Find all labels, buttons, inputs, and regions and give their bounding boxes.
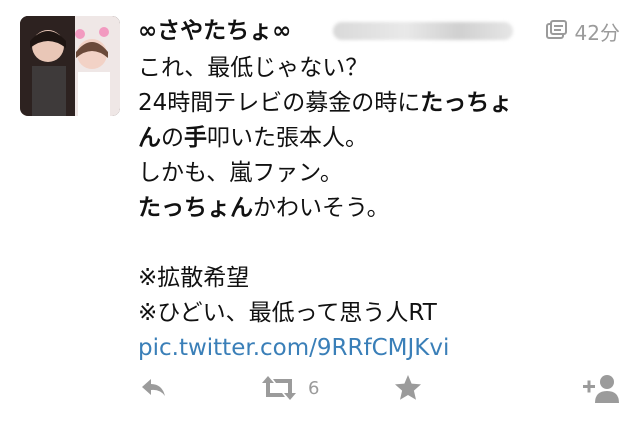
tweet-text-segment: これ、最低じゃない？ bbox=[138, 55, 369, 81]
tweet-text-segment: の bbox=[161, 125, 184, 151]
tweet-line: ※拡散希望 bbox=[138, 261, 618, 296]
favorite-button[interactable] bbox=[393, 370, 423, 406]
reply-icon bbox=[142, 379, 165, 396]
media-indicator-icon bbox=[545, 20, 567, 39]
tweet-text: これ、最低じゃない？ 24時間テレビの募金の時にたっちょ んの手叩いた張本人。 … bbox=[138, 51, 618, 366]
tweet-text-segment: ※拡散希望 bbox=[138, 265, 250, 291]
tweet-text-segment: かわいそう。 bbox=[253, 195, 390, 221]
tweet-text-bold: 手 bbox=[184, 125, 207, 151]
screen-name-blurred bbox=[333, 22, 513, 40]
tweet-text-bold: ん bbox=[138, 125, 161, 151]
display-name[interactable]: ∞さやたちょ∞ bbox=[138, 16, 291, 46]
tweet-text-bold: たっちょん bbox=[138, 195, 253, 221]
retweet-count: 6 bbox=[308, 377, 320, 399]
media-link[interactable]: pic.twitter.com/9RRfCMJKvi bbox=[138, 335, 449, 361]
timestamp[interactable]: 42分 bbox=[575, 17, 620, 46]
retweet-button[interactable]: 6 bbox=[260, 370, 319, 406]
tweet-line: 24時間テレビの募金の時にたっちょ bbox=[138, 86, 618, 121]
tweet-text-segment: しかも、嵐ファン。 bbox=[138, 160, 343, 186]
avatar[interactable] bbox=[20, 16, 120, 116]
tweet-line: んの手叩いた張本人。 bbox=[138, 121, 618, 156]
add-user-icon bbox=[583, 375, 619, 403]
tweet-text-segment: ※ひどい、最低って思う人RT bbox=[138, 300, 437, 326]
tweet-line: pic.twitter.com/9RRfCMJKvi bbox=[138, 331, 618, 366]
tweet-actions: 6 bbox=[138, 370, 620, 406]
retweet-icon bbox=[262, 376, 296, 400]
tweet-line: これ、最低じゃない？ bbox=[138, 51, 618, 86]
tweet-text-bold: たっちょ bbox=[420, 90, 513, 116]
follow-button[interactable] bbox=[580, 370, 620, 406]
avatar-image bbox=[20, 16, 120, 116]
tweet-text-segment: 24時間テレビの募金の時に bbox=[138, 90, 421, 116]
tweet-header: ∞さやたちょ∞ 42分 bbox=[138, 14, 620, 48]
star-icon bbox=[395, 375, 421, 400]
tweet-line: しかも、嵐ファン。 bbox=[138, 156, 618, 191]
tweet-line: たっちょんかわいそう。 bbox=[138, 191, 618, 226]
tweet: ∞さやたちょ∞ 42分 これ、最低じゃない？ 24時間テレビの募金の時にたっちょ… bbox=[0, 0, 640, 425]
tweet-line: ※ひどい、最低って思う人RT bbox=[138, 296, 618, 331]
reply-button[interactable] bbox=[138, 370, 168, 406]
timestamp-group: 42分 bbox=[545, 17, 620, 46]
tweet-text-segment: 叩いた張本人。 bbox=[207, 125, 368, 151]
